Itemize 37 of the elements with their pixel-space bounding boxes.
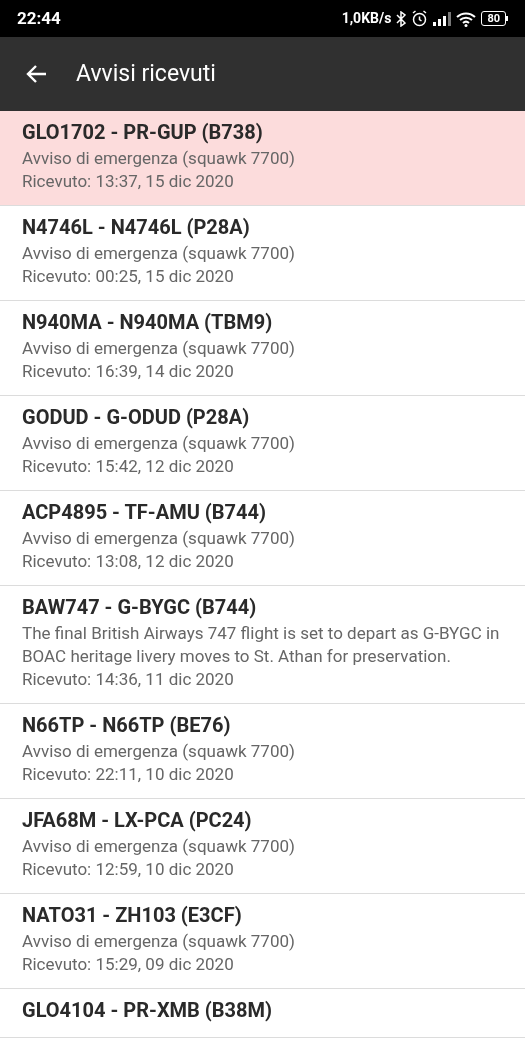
alert-title: JFA68M - LX-PCA (PC24): [22, 807, 253, 834]
received-time: Ricevuto: 13:08, 12 dic 2020: [22, 550, 235, 573]
alert-title: N4746L - N4746L (P28A): [22, 214, 251, 241]
alert-description: Avviso di emergenza (squawk 7700): [22, 147, 296, 170]
alert-title: GLO1702 - PR-GUP (B738): [22, 119, 264, 146]
alert-title: GODUD - G-ODUD (P28A): [22, 404, 251, 431]
alert-description: Avviso di emergenza (squawk 7700): [22, 432, 296, 455]
received-time: Ricevuto: 12:59, 10 dic 2020: [22, 858, 235, 881]
alert-title: GLO4104 - PR-XMB (B38M): [22, 997, 274, 1024]
received-time: Ricevuto: 15:42, 12 dic 2020: [22, 455, 235, 478]
alert-title: NATO31 - ZH103 (E3CF): [22, 902, 243, 929]
alert-description: The final British Airways 747 flight is set to depart as G-BYGC in BOAC heritage livery moves to St. Athan for preservation.: [22, 622, 501, 668]
alert-description: Avviso di emergenza (squawk 7700): [22, 835, 296, 858]
received-time: Ricevuto: 16:39, 14 dic 2020: [22, 360, 235, 383]
alarm-icon: [411, 10, 429, 27]
received-time: Ricevuto: 13:37, 15 dic 2020: [22, 170, 235, 193]
alert-title: ACP4895 - TF-AMU (B744): [22, 499, 267, 526]
alert-item[interactable]: GLO1702 - PR-GUP (B738) Avviso di emergenza (squawk 7700) Ricevuto: 13:37, 15 dic 2020: [0, 111, 525, 206]
clock: 22:44: [17, 6, 61, 30]
alert-description: Avviso di emergenza (squawk 7700): [22, 740, 296, 763]
alert-title: N940MA - N940MA (TBM9): [22, 309, 274, 336]
alert-description: Avviso di emergenza (squawk 7700): [22, 337, 296, 360]
alert-title: N66TP - N66TP (BE76): [22, 712, 232, 739]
alert-description: Avviso di emergenza (squawk 7700): [22, 930, 296, 953]
signal-icon: [433, 11, 452, 26]
network-speed: 1,0KB/s: [341, 9, 392, 28]
received-time: Ricevuto: 15:29, 09 dic 2020: [22, 953, 235, 976]
alert-description: Avviso di emergenza (squawk 7700): [22, 242, 296, 265]
wifi-icon: [456, 10, 477, 27]
received-time: Ricevuto: 00:25, 15 dic 2020: [22, 265, 235, 288]
bluetooth-icon: [396, 10, 407, 27]
received-time: Ricevuto: 14:36, 11 dic 2020: [22, 668, 235, 691]
battery-icon: 80: [481, 11, 508, 26]
alert-description: Avviso di emergenza (squawk 7700): [22, 527, 296, 550]
received-time: Ricevuto: 22:11, 10 dic 2020: [22, 763, 235, 786]
screen-title: Avvisi ricevuti: [76, 58, 216, 89]
alert-title: BAW747 - G-BYGC (B744): [22, 594, 258, 621]
